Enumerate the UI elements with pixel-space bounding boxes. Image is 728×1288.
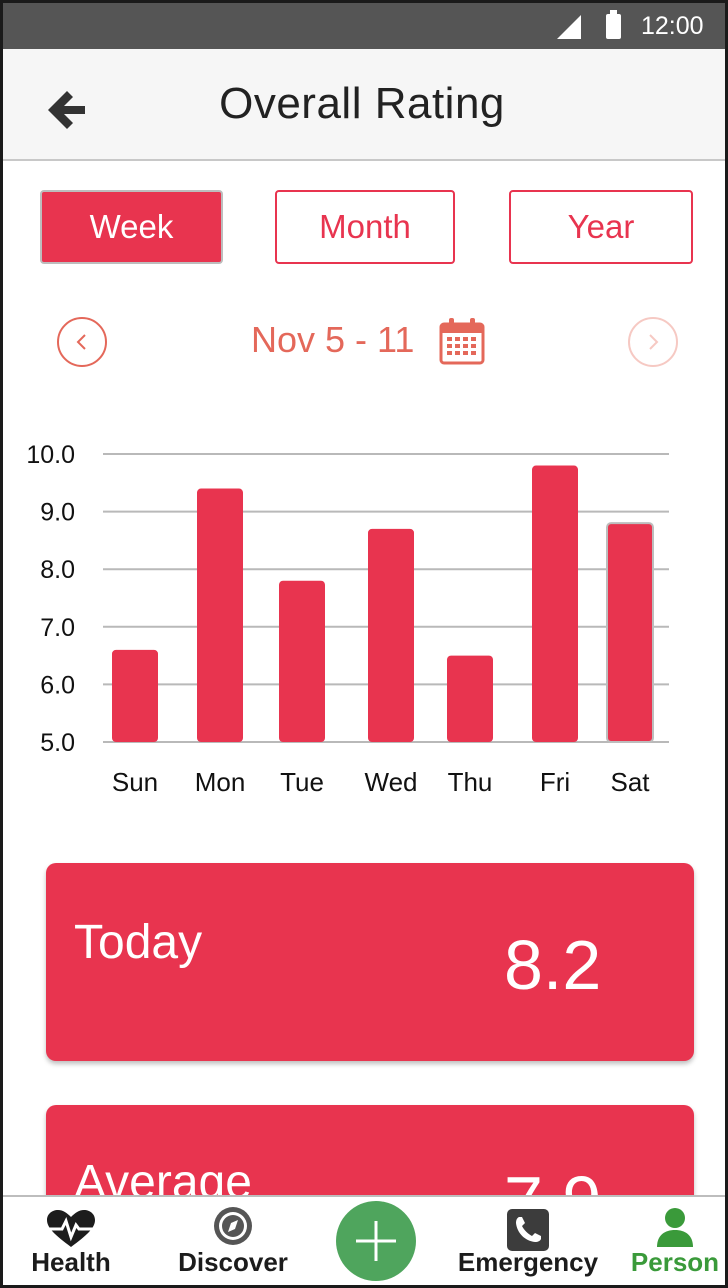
bar-sat[interactable]: [606, 522, 654, 744]
chevron-left-icon: [76, 334, 86, 350]
nav-emergency[interactable]: Emergency: [453, 1197, 603, 1285]
today-value: 8.2: [504, 926, 602, 1004]
page-title: Overall Rating: [219, 79, 505, 128]
y-tick-label: 8.0: [40, 556, 75, 584]
bar-sun[interactable]: [112, 649, 158, 742]
plus-icon: [356, 1221, 396, 1261]
bar-mon[interactable]: [197, 488, 243, 742]
nav-emergency-label: Emergency: [457, 1247, 599, 1277]
previous-week-button[interactable]: [57, 317, 107, 367]
compass-icon: [214, 1207, 252, 1245]
battery-icon: [606, 10, 621, 39]
person-icon: [657, 1208, 693, 1247]
nav-health[interactable]: Health: [21, 1197, 121, 1285]
date-range: Nov 5 - 11: [251, 319, 415, 360]
status-time: 12:00: [641, 12, 704, 40]
y-tick-label: 5.0: [40, 729, 75, 757]
rating-bar-chart: 10.0 9.0 8.0 7.0 6.0 5.0 Sun Mon Tue Wed Thu Fri Sat: [26, 441, 669, 797]
x-tick-label-mon: Mon: [195, 767, 246, 797]
bar-wed[interactable]: [368, 528, 414, 742]
x-tick-label-sun: Sun: [112, 767, 158, 797]
bar-thu[interactable]: [447, 655, 493, 742]
status-bar: 12:00: [3, 3, 725, 49]
tab-year[interactable]: Year: [509, 190, 693, 264]
nav-person-label: Person: [630, 1247, 720, 1277]
tab-month[interactable]: Month: [275, 190, 455, 264]
app-screen: 12:00 Overall Rating Week Month Year Nov…: [0, 0, 728, 1288]
chevron-right-icon: [649, 334, 659, 350]
signal-icon: [557, 15, 581, 39]
x-tick-label-fri: Fri: [540, 767, 570, 797]
heart-pulse-icon: [47, 1210, 95, 1247]
x-tick-label-tue: Tue: [280, 767, 324, 797]
bar-fri[interactable]: [532, 465, 578, 742]
today-label: Today: [74, 916, 203, 969]
y-tick-label: 7.0: [40, 614, 75, 642]
today-card: Today 8.2: [46, 863, 694, 1061]
nav-person[interactable]: Person: [625, 1197, 725, 1285]
nav-discover-label: Discover: [178, 1247, 288, 1277]
app-header: Overall Rating: [3, 49, 725, 161]
y-tick-label: 10.0: [26, 441, 75, 469]
x-tick-label-wed: Wed: [365, 767, 418, 797]
next-week-button[interactable]: [628, 317, 678, 367]
y-tick-label: 9.0: [40, 499, 75, 527]
add-button[interactable]: [336, 1201, 416, 1281]
bar-tue[interactable]: [279, 580, 325, 742]
nav-discover[interactable]: Discover: [173, 1197, 293, 1285]
tab-week[interactable]: Week: [40, 190, 223, 264]
phone-icon: [507, 1209, 549, 1251]
x-tick-label-thu: Thu: [448, 767, 493, 797]
nav-health-label: Health: [31, 1247, 111, 1277]
x-tick-label-sat: Sat: [610, 767, 650, 797]
calendar-icon[interactable]: [439, 317, 485, 365]
y-tick-label: 6.0: [40, 671, 75, 699]
